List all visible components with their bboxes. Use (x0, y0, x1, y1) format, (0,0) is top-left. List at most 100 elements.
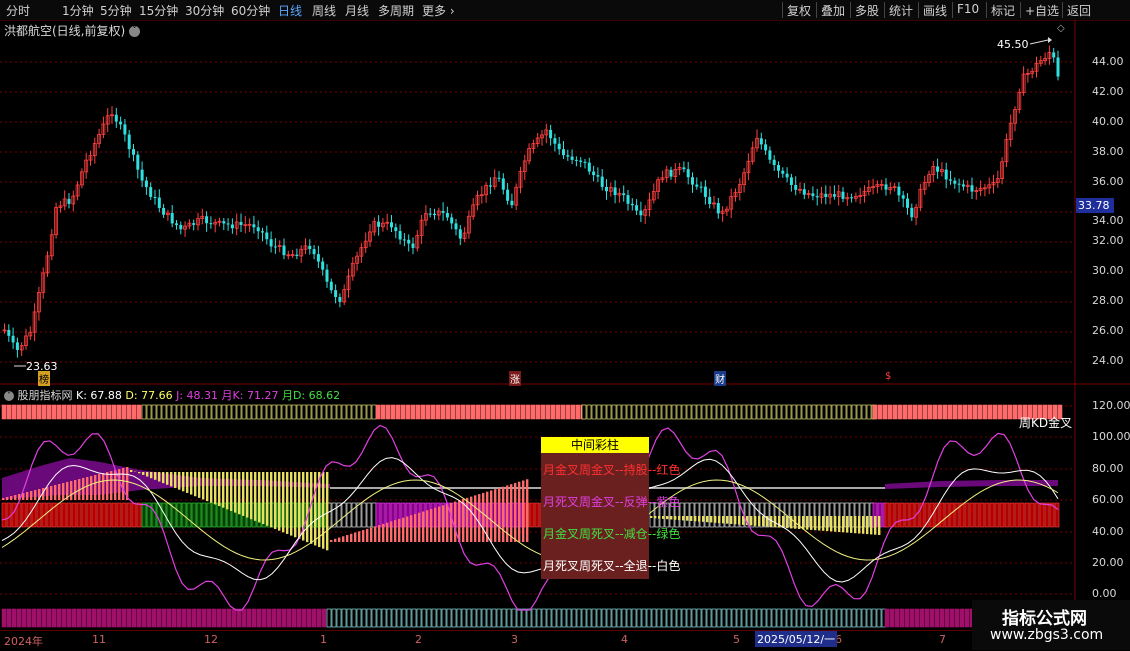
candle-body (192, 223, 195, 225)
histogram-bar (174, 472, 176, 488)
indicator-bar-cell (117, 609, 121, 627)
histogram-bar (722, 516, 724, 523)
histogram-bar (110, 471, 112, 500)
indicator-bar-cell (697, 405, 701, 419)
indicator-bar-cell (466, 405, 470, 419)
indicator-bar-cell (37, 609, 41, 627)
indicator-bar-cell (426, 405, 430, 419)
indicator-bar-cell (82, 503, 86, 527)
price-axis-label: 30.00 (1092, 264, 1124, 277)
indicator-chevron-icon[interactable]: ˅ (4, 391, 14, 401)
indicator-bar-cell (497, 609, 501, 627)
indicator-bar-cell (506, 405, 510, 419)
candle-body (971, 185, 974, 191)
indicator-bar-cell (62, 503, 66, 527)
histogram-bar (170, 472, 172, 486)
event-tag-cai[interactable]: 财 (714, 371, 726, 386)
indicator-bar-cell (642, 609, 646, 627)
indicator-bar-cell (187, 503, 191, 527)
indicator-bar-cell (407, 609, 411, 627)
candle-body (949, 179, 952, 180)
indicator-bar-cell (1013, 405, 1017, 419)
indicator-bar-cell (127, 503, 131, 527)
histogram-bar (734, 516, 736, 524)
indicator-bar-cell (541, 405, 545, 419)
indicator-bar-cell (97, 609, 101, 627)
legend-title: 中间彩柱 (541, 437, 649, 453)
histogram-bar (154, 472, 156, 480)
indicator-bar-cell (232, 609, 236, 627)
indicator-bar-cell (885, 609, 889, 627)
indicator-bar-cell (52, 609, 56, 627)
indicator-bar-cell (895, 609, 899, 627)
indicator-bar-cell (657, 609, 661, 627)
indicator-bar-cell (980, 503, 984, 527)
histogram-bar (90, 476, 92, 500)
indicator-bar-cell (182, 405, 186, 419)
indicator-bar-cell (401, 405, 405, 419)
indicator-bar-cell (182, 609, 186, 627)
histogram-bar (442, 505, 444, 542)
indicator-bar-cell (137, 503, 141, 527)
indicator-bar-cell (17, 609, 21, 627)
indicator-bar-cell (461, 405, 465, 419)
indicator-bar-cell (376, 405, 380, 419)
watermark-url: www.zbgs3.com (990, 627, 1103, 643)
indicator-bar-cell (227, 405, 231, 419)
indicator-bar-cell (632, 405, 636, 419)
indicator-bar-cell (42, 405, 46, 419)
indicator-bar-cell (637, 609, 641, 627)
indicator-bar-cell (347, 405, 351, 419)
indicator-bar-cell (607, 405, 611, 419)
candle-body (308, 246, 311, 249)
indicator-bar-cell (908, 405, 912, 419)
price-axis-label: 34.00 (1092, 214, 1124, 227)
candle-body (317, 254, 320, 261)
indicator-bar-cell (847, 609, 851, 627)
histogram-bar (266, 472, 268, 526)
indicator-title: ˅ 股朋指标网 K: 67.88 D: 77.66 J: 48.31 月K: 7… (4, 387, 340, 403)
indicator-bar-cell (797, 609, 801, 627)
indicator-bar-cell (481, 405, 485, 419)
indicator-bar-cell (157, 609, 161, 627)
histogram-bar (862, 516, 864, 534)
indicator-bar-cell (960, 503, 964, 527)
indicator-bar-cell (627, 609, 631, 627)
indicator-bar-cell (92, 503, 96, 527)
candle-body (171, 213, 174, 223)
event-tag-dollar[interactable]: $ (885, 371, 891, 382)
indicator-bar-cell (890, 609, 894, 627)
indicator-bar-cell (267, 609, 271, 627)
event-tag-zhang[interactable]: 涨 (509, 371, 521, 386)
indicator-bar-cell (767, 609, 771, 627)
indicator-bar-cell (817, 609, 821, 627)
event-tag-bang[interactable]: 榜 (38, 371, 50, 386)
candle-body (377, 222, 380, 227)
histogram-bar (670, 516, 672, 519)
indicator-bar-cell (447, 609, 451, 627)
histogram-bar (494, 489, 496, 542)
indicator-bar-cell (978, 405, 982, 419)
histogram-bar (122, 468, 124, 500)
histogram-bar (674, 516, 676, 520)
histogram-bar (338, 538, 340, 542)
indicator-bar-cell (302, 405, 306, 419)
histogram-bar (210, 472, 212, 503)
indicator-bar-cell (322, 609, 326, 627)
indicator-bar-cell (720, 503, 724, 527)
indicator-bar-cell (587, 405, 591, 419)
histogram-bar (278, 472, 280, 531)
indicator-bar-cell (167, 503, 171, 527)
indicator-bar-cell (122, 609, 126, 627)
histogram-bar (130, 470, 132, 472)
candle-body (222, 221, 225, 223)
histogram-bar (178, 472, 180, 490)
histogram-bar (354, 533, 356, 542)
indicator-bar-cell (132, 503, 136, 527)
candle-body (717, 203, 720, 213)
indicator-bar-cell (857, 609, 861, 627)
indicator-bar-cell (535, 503, 539, 527)
diamond-icon[interactable]: ◇ (1057, 23, 1065, 34)
indicator-bar-cell (737, 405, 741, 419)
histogram-bar (206, 472, 208, 501)
